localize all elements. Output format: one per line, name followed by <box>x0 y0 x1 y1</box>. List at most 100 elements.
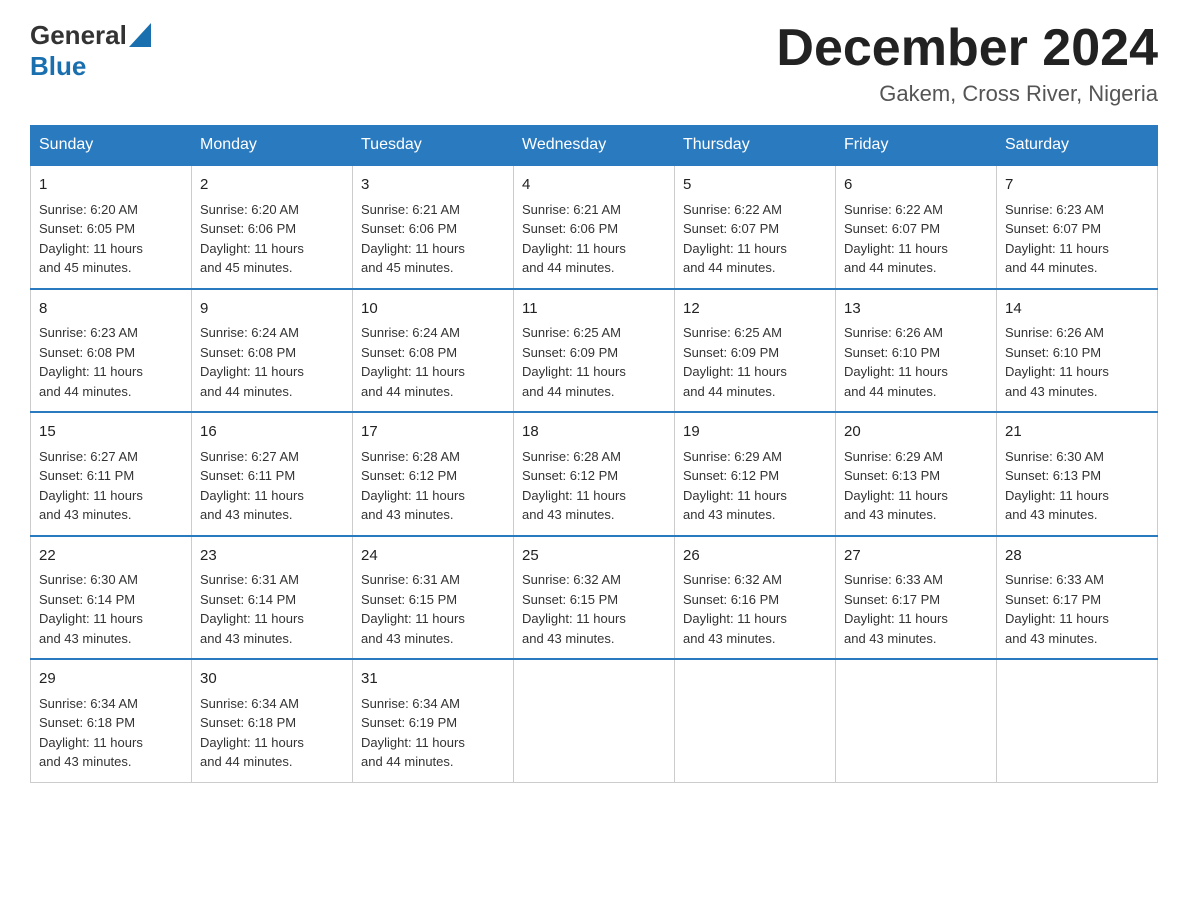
day-number: 18 <box>522 421 666 444</box>
day-number: 11 <box>522 298 666 321</box>
day-number: 27 <box>844 545 988 568</box>
col-friday: Friday <box>836 126 997 166</box>
day-cell: 31Sunrise: 6:34 AMSunset: 6:19 PMDayligh… <box>353 659 514 782</box>
day-cell: 18 Sunrise: 6:28 AMSunset: 6:12 PMDayligh… <box>514 412 675 536</box>
day-number: 13 <box>844 298 988 321</box>
day-cell: 26Sunrise: 6:32 AMSunset: 6:16 PMDayligh… <box>675 536 836 660</box>
logo-triangle-icon <box>129 23 151 47</box>
day-detail: Sunrise: 6:31 AMSunset: 6:15 PMDaylight:… <box>361 570 505 648</box>
col-monday: Monday <box>192 126 353 166</box>
location-title: Gakem, Cross River, Nigeria <box>776 81 1158 107</box>
day-number: 8 <box>39 298 183 321</box>
logo-general-text: General <box>30 20 127 51</box>
day-cell: 14Sunrise: 6:26 AMSunset: 6:10 PMDayligh… <box>997 289 1158 413</box>
day-detail: Sunrise: 6:25 AMSunset: 6:09 PMDaylight:… <box>683 323 827 401</box>
col-wednesday: Wednesday <box>514 126 675 166</box>
col-saturday: Saturday <box>997 126 1158 166</box>
day-number: 4 <box>522 174 666 197</box>
day-number: 12 <box>683 298 827 321</box>
day-number: 30 <box>200 668 344 691</box>
day-cell: 24Sunrise: 6:31 AMSunset: 6:15 PMDayligh… <box>353 536 514 660</box>
day-cell: 30Sunrise: 6:34 AMSunset: 6:18 PMDayligh… <box>192 659 353 782</box>
week-row-4: 22Sunrise: 6:30 AMSunset: 6:14 PMDayligh… <box>31 536 1158 660</box>
day-number: 15 <box>39 421 183 444</box>
logo-wrapper: General Blue <box>30 20 151 82</box>
day-detail: Sunrise: 6:30 AMSunset: 6:13 PMDaylight:… <box>1005 447 1149 525</box>
day-cell: 10Sunrise: 6:24 AMSunset: 6:08 PMDayligh… <box>353 289 514 413</box>
day-cell: 23Sunrise: 6:31 AMSunset: 6:14 PMDayligh… <box>192 536 353 660</box>
day-number: 3 <box>361 174 505 197</box>
day-detail: Sunrise: 6:27 AMSunset: 6:11 PMDaylight:… <box>39 447 183 525</box>
day-detail: Sunrise: 6:32 AMSunset: 6:16 PMDaylight:… <box>683 570 827 648</box>
day-cell: 8Sunrise: 6:23 AMSunset: 6:08 PMDaylight… <box>31 289 192 413</box>
day-cell: 25Sunrise: 6:32 AMSunset: 6:15 PMDayligh… <box>514 536 675 660</box>
day-detail: Sunrise: 6:30 AMSunset: 6:14 PMDaylight:… <box>39 570 183 648</box>
day-detail: Sunrise: 6:28 AMSunset: 6:12 PMDaylight:… <box>522 447 666 525</box>
day-number: 2 <box>200 174 344 197</box>
day-detail: Sunrise: 6:32 AMSunset: 6:15 PMDaylight:… <box>522 570 666 648</box>
day-number: 7 <box>1005 174 1149 197</box>
day-cell: 27Sunrise: 6:33 AMSunset: 6:17 PMDayligh… <box>836 536 997 660</box>
day-detail: Sunrise: 6:22 AMSunset: 6:07 PMDaylight:… <box>683 200 827 278</box>
day-cell <box>675 659 836 782</box>
day-cell: 20Sunrise: 6:29 AMSunset: 6:13 PMDayligh… <box>836 412 997 536</box>
day-number: 26 <box>683 545 827 568</box>
day-detail: Sunrise: 6:33 AMSunset: 6:17 PMDaylight:… <box>1005 570 1149 648</box>
day-detail: Sunrise: 6:20 AMSunset: 6:05 PMDaylight:… <box>39 200 183 278</box>
day-number: 19 <box>683 421 827 444</box>
logo-blue-row: Blue <box>30 51 151 82</box>
day-number: 22 <box>39 545 183 568</box>
day-cell <box>997 659 1158 782</box>
calendar-header-row: Sunday Monday Tuesday Wednesday Thursday… <box>31 126 1158 166</box>
day-cell <box>514 659 675 782</box>
day-number: 21 <box>1005 421 1149 444</box>
day-cell: 5 Sunrise: 6:22 AMSunset: 6:07 PMDaylight… <box>675 165 836 289</box>
day-number: 6 <box>844 174 988 197</box>
day-detail: Sunrise: 6:23 AMSunset: 6:08 PMDaylight:… <box>39 323 183 401</box>
day-number: 24 <box>361 545 505 568</box>
col-thursday: Thursday <box>675 126 836 166</box>
day-cell: 11Sunrise: 6:25 AMSunset: 6:09 PMDayligh… <box>514 289 675 413</box>
col-tuesday: Tuesday <box>353 126 514 166</box>
title-area: December 2024 Gakem, Cross River, Nigeri… <box>776 20 1158 107</box>
day-cell: 9Sunrise: 6:24 AMSunset: 6:08 PMDaylight… <box>192 289 353 413</box>
calendar-table: Sunday Monday Tuesday Wednesday Thursday… <box>30 125 1158 783</box>
day-cell: 6 Sunrise: 6:22 AMSunset: 6:07 PMDaylight… <box>836 165 997 289</box>
week-row-3: 15 Sunrise: 6:27 AMSunset: 6:11 PMDayligh… <box>31 412 1158 536</box>
day-number: 17 <box>361 421 505 444</box>
day-number: 1 <box>39 174 183 197</box>
day-cell: 2Sunrise: 6:20 AMSunset: 6:06 PMDaylight… <box>192 165 353 289</box>
day-number: 10 <box>361 298 505 321</box>
day-cell: 4Sunrise: 6:21 AMSunset: 6:06 PMDaylight… <box>514 165 675 289</box>
day-cell: 15 Sunrise: 6:27 AMSunset: 6:11 PMDayligh… <box>31 412 192 536</box>
page-header: General Blue December 2024 Gakem, Cross … <box>30 20 1158 107</box>
week-row-5: 29Sunrise: 6:34 AMSunset: 6:18 PMDayligh… <box>31 659 1158 782</box>
day-detail: Sunrise: 6:25 AMSunset: 6:09 PMDaylight:… <box>522 323 666 401</box>
week-row-1: 1 Sunrise: 6:20 AMSunset: 6:05 PMDaylight… <box>31 165 1158 289</box>
day-detail: Sunrise: 6:21 AMSunset: 6:06 PMDaylight:… <box>361 200 505 278</box>
day-cell: 12Sunrise: 6:25 AMSunset: 6:09 PMDayligh… <box>675 289 836 413</box>
week-row-2: 8Sunrise: 6:23 AMSunset: 6:08 PMDaylight… <box>31 289 1158 413</box>
day-number: 20 <box>844 421 988 444</box>
day-number: 31 <box>361 668 505 691</box>
day-cell: 1 Sunrise: 6:20 AMSunset: 6:05 PMDaylight… <box>31 165 192 289</box>
day-number: 9 <box>200 298 344 321</box>
day-cell: 22Sunrise: 6:30 AMSunset: 6:14 PMDayligh… <box>31 536 192 660</box>
day-detail: Sunrise: 6:34 AMSunset: 6:18 PMDaylight:… <box>39 694 183 772</box>
day-number: 5 <box>683 174 827 197</box>
logo-blue-text: Blue <box>30 51 86 81</box>
day-number: 23 <box>200 545 344 568</box>
day-detail: Sunrise: 6:26 AMSunset: 6:10 PMDaylight:… <box>1005 323 1149 401</box>
day-number: 16 <box>200 421 344 444</box>
day-detail: Sunrise: 6:31 AMSunset: 6:14 PMDaylight:… <box>200 570 344 648</box>
day-cell: 28Sunrise: 6:33 AMSunset: 6:17 PMDayligh… <box>997 536 1158 660</box>
day-detail: Sunrise: 6:24 AMSunset: 6:08 PMDaylight:… <box>361 323 505 401</box>
month-title: December 2024 <box>776 20 1158 77</box>
day-cell <box>836 659 997 782</box>
day-detail: Sunrise: 6:22 AMSunset: 6:07 PMDaylight:… <box>844 200 988 278</box>
day-detail: Sunrise: 6:28 AMSunset: 6:12 PMDaylight:… <box>361 447 505 525</box>
day-cell: 13Sunrise: 6:26 AMSunset: 6:10 PMDayligh… <box>836 289 997 413</box>
day-cell: 21 Sunrise: 6:30 AMSunset: 6:13 PMDayligh… <box>997 412 1158 536</box>
day-detail: Sunrise: 6:27 AMSunset: 6:11 PMDaylight:… <box>200 447 344 525</box>
day-detail: Sunrise: 6:33 AMSunset: 6:17 PMDaylight:… <box>844 570 988 648</box>
